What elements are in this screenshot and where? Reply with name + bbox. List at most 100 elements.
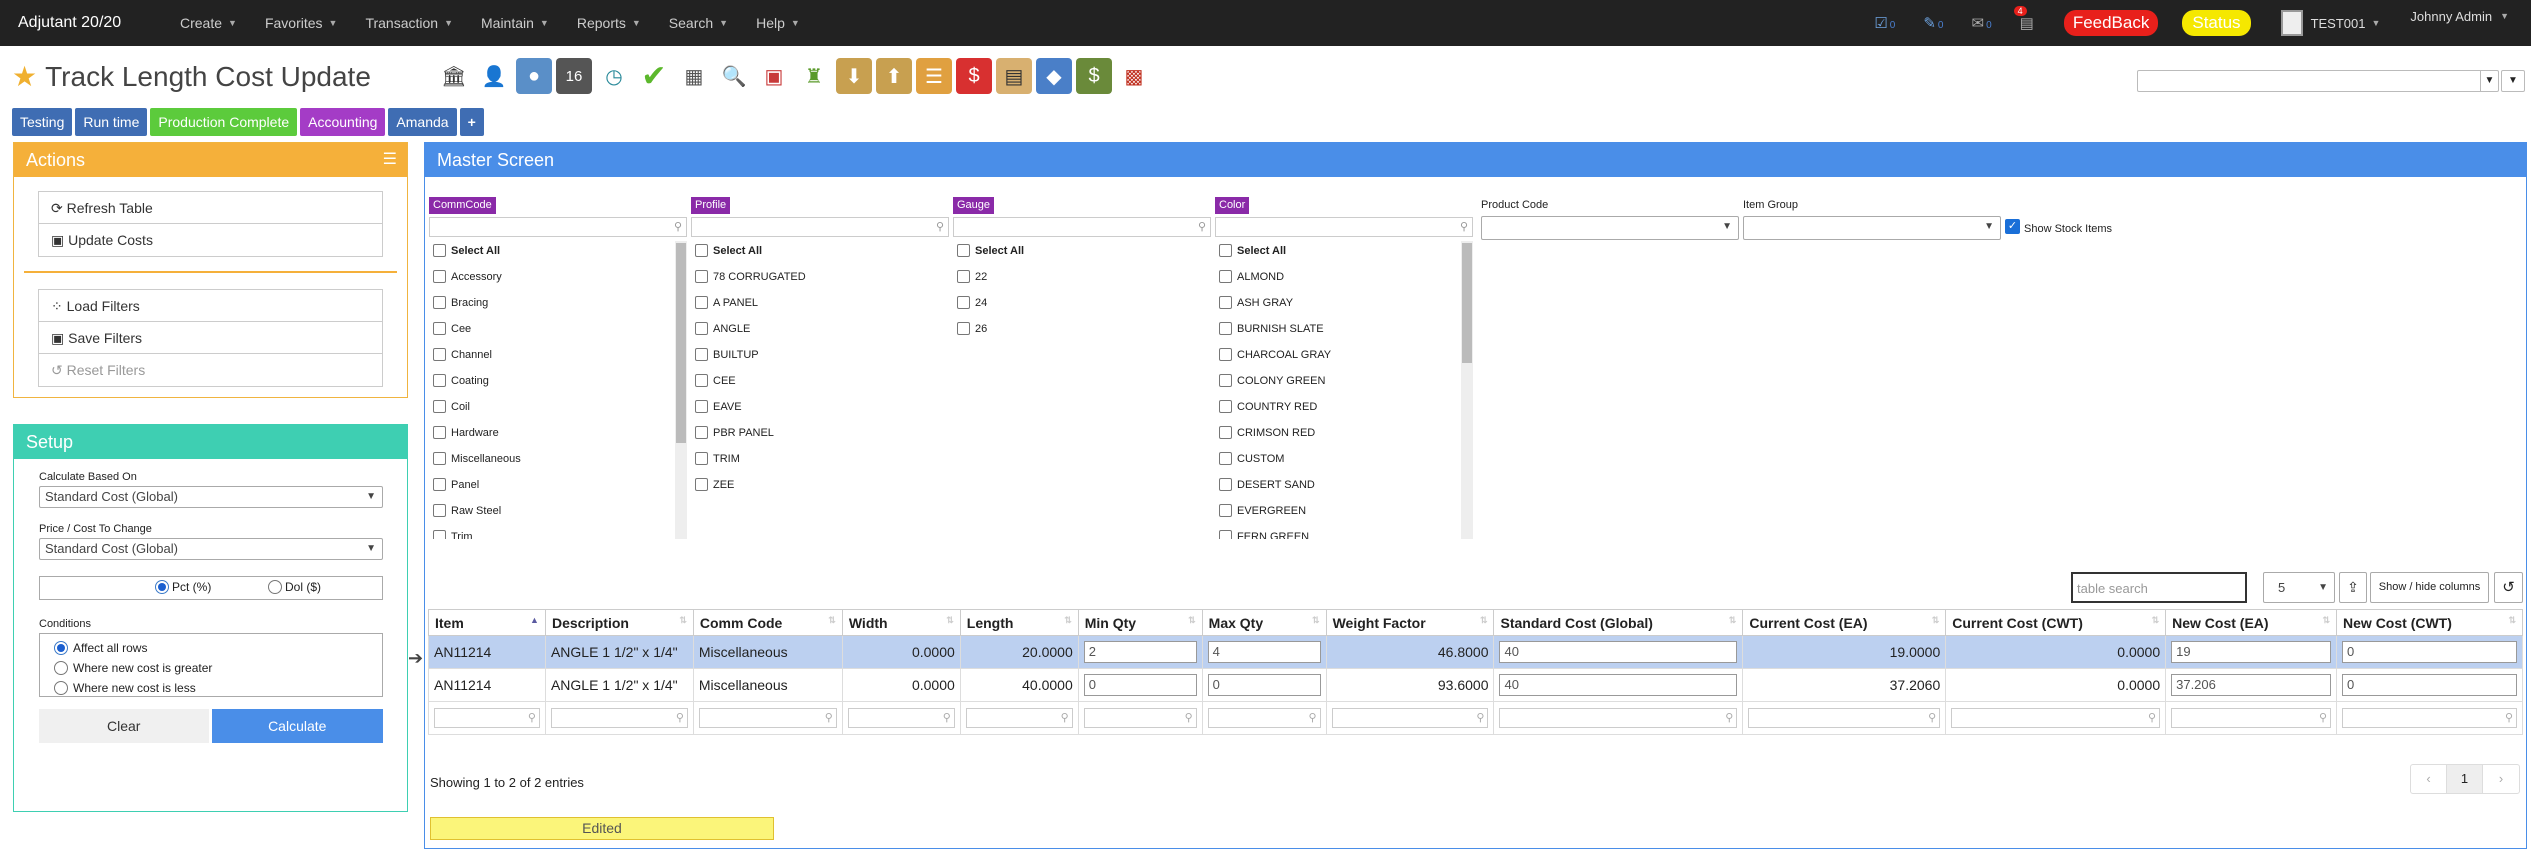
refresh-table-button[interactable]: ⟳ Refresh Table [39,192,382,224]
commcode-option[interactable]: Cee [429,319,687,345]
checkbox[interactable] [433,244,446,257]
update-costs-button[interactable]: ▣ Update Costs [39,224,382,256]
checkbox[interactable] [1219,322,1232,335]
condition-less-radio[interactable] [54,681,68,695]
min-qty-input[interactable]: 0 [1083,674,1197,696]
standard-cost-input[interactable]: 40 [1499,641,1738,663]
checkbox[interactable] [1219,452,1232,465]
global-search-dropdown[interactable]: ▼ [2501,70,2525,92]
column-header-current-cost-cwt[interactable]: Current Cost (CWT) ⇅ [1945,609,2167,636]
prev-page-button[interactable]: ‹ [2411,765,2447,793]
checkmark-icon[interactable]: ✔ [636,58,672,94]
dol-radio[interactable] [268,580,282,594]
checkbox[interactable] [433,296,446,309]
max-qty-input[interactable]: 4 [1207,641,1321,663]
tab-accounting[interactable]: Accounting [300,108,386,136]
checkbox[interactable] [1219,244,1232,257]
export-button[interactable]: ⇪ [2339,572,2367,603]
checkbox[interactable] [695,478,708,491]
commcode-search-input[interactable]: ⚲ [429,217,687,237]
dol-radio-group[interactable]: Dol ($) [268,580,321,594]
checkbox[interactable] [695,270,708,283]
scrollbar-thumb[interactable] [676,243,686,443]
column-filter-input[interactable]: ⚲ [698,708,837,728]
commcode-option[interactable]: Coil [429,397,687,423]
gauge-search-input[interactable]: ⚲ [953,217,1211,237]
price-icon[interactable]: $ [956,58,992,94]
checkbox[interactable] [1219,504,1232,517]
bank-icon[interactable]: 🏛 [436,58,472,94]
checkbox[interactable] [695,452,708,465]
page-1-button[interactable]: 1 [2447,765,2483,793]
condition-less[interactable]: Where new cost is less [54,678,382,698]
edit-icon[interactable]: ✎ 0 [1923,14,1943,32]
mail-icon[interactable]: ✉ 0 [1971,14,1991,32]
gauge-option[interactable]: 26 [953,319,1211,345]
checkbox[interactable] [695,374,708,387]
gauge-option[interactable]: Select All [953,241,1211,267]
menu-reports[interactable]: Reports ▼ [563,15,655,31]
profile-option[interactable]: ZEE [691,475,949,501]
tab-testing[interactable]: Testing [12,108,73,136]
global-search-input[interactable]: ▼ [2137,70,2499,92]
checkbox[interactable] [695,400,708,413]
table-search-input[interactable]: table search [2071,572,2247,603]
checkbox[interactable] [433,400,446,413]
commcode-option[interactable]: Trim [429,527,687,539]
checkbox[interactable] [1219,530,1232,539]
checkbox[interactable] [433,374,446,387]
color-option[interactable]: CUSTOM [1215,449,1473,475]
column-filter-input[interactable]: ⚲ [2171,708,2332,728]
new-cost-cwt-input[interactable]: 0 [2342,641,2517,663]
commcode-option[interactable]: Coating [429,371,687,397]
clear-button[interactable]: Clear [39,709,209,743]
menu-search[interactable]: Search ▼ [655,15,742,31]
color-option[interactable]: CRIMSON RED [1215,423,1473,449]
new-cost-ea-input[interactable]: 37.206 [2171,674,2332,696]
calculator-icon[interactable]: ▦ [676,58,712,94]
show-hide-columns-button[interactable]: Show / hide columns [2370,572,2489,603]
status-button[interactable]: Status [2182,10,2251,36]
commcode-option[interactable]: Select All [429,241,687,267]
calendar-icon[interactable]: 16 [556,58,592,94]
checkbox[interactable] [957,322,970,335]
feedback-button[interactable]: FeedBack [2063,10,2159,36]
column-filter-input[interactable]: ⚲ [1748,708,1941,728]
checkbox[interactable] [433,504,446,517]
clock-icon[interactable]: ◷ [596,58,632,94]
gauge-option[interactable]: 24 [953,293,1211,319]
commcode-option[interactable]: Channel [429,345,687,371]
column-header-length[interactable]: Length ⇅ [959,609,1079,636]
color-option[interactable]: ASH GRAY [1215,293,1473,319]
menu-transaction[interactable]: Transaction ▼ [351,15,467,31]
commcode-option[interactable]: Panel [429,475,687,501]
commcode-option[interactable]: Accessory [429,267,687,293]
magnifier-icon[interactable]: 🔍 [716,58,752,94]
price-to-change-select[interactable]: Standard Cost (Global) ▼ [39,538,383,560]
column-filter-input[interactable]: ⚲ [1499,708,1738,728]
column-filter-input[interactable]: ⚲ [434,708,540,728]
profile-search-input[interactable]: ⚲ [691,217,949,237]
column-header-item[interactable]: Item ▲ [428,609,546,636]
checkbox[interactable] [957,244,970,257]
menu-favorites[interactable]: Favorites ▼ [251,15,352,31]
column-header-weight-factor[interactable]: Weight Factor ⇅ [1325,609,1495,636]
color-option[interactable]: BURNISH SLATE [1215,319,1473,345]
column-header-current-cost-ea[interactable]: Current Cost (EA) ⇅ [1742,609,1947,636]
profile-option[interactable]: 78 CORRUGATED [691,267,949,293]
table-row[interactable]: AN11214 ANGLE 1 1/2" x 1/4" Miscellaneou… [428,635,2523,669]
min-qty-input[interactable]: 2 [1083,641,1197,663]
company-name[interactable]: TEST001 [2311,16,2366,31]
page-size-select[interactable]: 5 ▼ [2263,572,2335,603]
user-name[interactable]: Johnny Admin [2410,9,2492,24]
column-header-new-cost-cwt[interactable]: New Cost (CWT) ⇅ [2336,609,2523,636]
condition-greater[interactable]: Where new cost is greater [54,658,382,678]
alerts-icon[interactable]: ▤ 4 [2013,6,2034,32]
max-qty-input[interactable]: 0 [1207,674,1321,696]
menu-maintain[interactable]: Maintain ▼ [467,15,563,31]
tab-amanda[interactable]: Amanda [388,108,457,136]
reset-table-button[interactable]: ↺ [2494,572,2523,603]
column-header-comm-code[interactable]: Comm Code ⇅ [692,609,843,636]
new-cost-ea-input[interactable]: 19 [2171,641,2332,663]
person-icon[interactable]: 👤 [476,58,512,94]
